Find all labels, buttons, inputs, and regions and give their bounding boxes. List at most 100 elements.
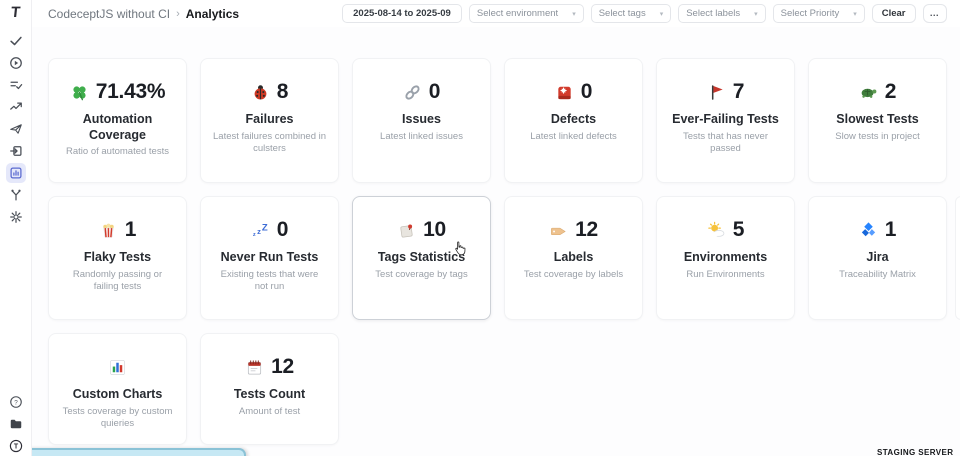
breadcrumb-separator: › (176, 8, 180, 20)
stat-card-failures[interactable]: 8 Failures Latest failures combined in c… (200, 58, 339, 183)
calendar-icon (245, 358, 264, 377)
card-title: Tests Count (209, 387, 330, 403)
card-value: 0 (581, 80, 592, 104)
card-subtitle: Latest linked issues (361, 131, 482, 144)
stat-card-tests-count[interactable]: 12 Tests Count Amount of test (200, 333, 339, 445)
clear-filters-button[interactable]: Clear (872, 4, 916, 23)
card-title: Jira (817, 250, 938, 266)
ladybug-icon (251, 83, 270, 102)
stat-card-tags-statistics[interactable]: 10 Tags Statistics Test coverage by tags (352, 196, 491, 320)
gear-icon (9, 210, 23, 224)
chevron-down-icon: ▾ (853, 10, 857, 18)
card-subtitle: Run Environments (665, 269, 786, 282)
chevron-down-icon: ▾ (754, 10, 758, 18)
sidebar-item-pulse[interactable] (6, 97, 26, 117)
card-value: 12 (575, 218, 598, 242)
chevron-down-icon: ▾ (572, 10, 576, 18)
sidebar-item-settings[interactable] (6, 207, 26, 227)
card-subtitle: Test coverage by labels (513, 269, 634, 282)
card-subtitle: Ratio of automated tests (57, 146, 178, 159)
link-icon (403, 83, 422, 102)
filter-select-select-priority[interactable]: Select Priority ▾ (773, 4, 865, 23)
breadcrumb-project[interactable]: CodeceptJS without CI (48, 7, 170, 21)
svg-text:?: ? (14, 399, 18, 406)
stat-card-ever-failing-tests[interactable]: 7 Ever-Failing Tests Tests that has neve… (656, 58, 795, 183)
zzz-icon: zzZ (251, 221, 270, 240)
sidebar-nav (6, 31, 26, 227)
sidebar-item-jira-sync[interactable] (6, 119, 26, 139)
sidebar-item-branches[interactable] (6, 185, 26, 205)
sidebar-item-analytics[interactable] (6, 163, 26, 183)
analytics-icon (9, 166, 23, 180)
card-title: Tags Statistics (361, 250, 482, 266)
card-value: 0 (429, 80, 440, 104)
sidebar-item-runs[interactable] (6, 53, 26, 73)
card-subtitle: Traceability Matrix (817, 269, 938, 282)
card-value: 12 (271, 355, 294, 379)
card-title: Ever-Failing Tests (665, 112, 786, 128)
svg-text:T: T (14, 444, 19, 451)
plane-icon (9, 122, 23, 136)
analytics-dashboard: T ? T CodeceptJS without CI › Analytics 2… (0, 0, 960, 456)
screenshare-indicator-bar (14, 448, 246, 456)
card-subtitle: Existing tests that were not run (209, 269, 330, 295)
sidebar-item-profile[interactable]: T (6, 436, 26, 456)
more-options-button[interactable]: … (923, 4, 948, 23)
card-value: 1 (125, 218, 136, 242)
flag-icon (707, 83, 726, 102)
stat-card-automation-coverage[interactable]: 71.43% Automation Coverage Ratio of auto… (48, 58, 187, 183)
date-range-button[interactable]: 2025-08-14 to 2025-09 (342, 4, 462, 23)
card-title: Slowest Tests (817, 112, 938, 128)
card-title: Failures (209, 112, 330, 128)
folder-icon (9, 417, 23, 431)
stats-grid: 71.43% Automation Coverage Ratio of auto… (48, 58, 960, 456)
branch-icon (9, 188, 23, 202)
card-title: Automation Coverage (57, 112, 178, 143)
filter-select-select-labels[interactable]: Select labels▾ (678, 4, 765, 23)
card-value: 71.43% (96, 80, 165, 104)
stat-card-slowest-tests[interactable]: 2 Slowest Tests Slow tests in project (808, 58, 947, 183)
card-title: Never Run Tests (209, 250, 330, 266)
app-logo[interactable]: T (10, 4, 21, 21)
siren-icon (555, 83, 574, 102)
header: CodeceptJS without CI › Analytics 2025-0… (32, 0, 960, 27)
card-subtitle: Latest failures combined in culsters (209, 131, 330, 157)
stat-card-defects[interactable]: 0 Defects Latest linked defects (504, 58, 643, 183)
stat-card-custom-charts[interactable]: Custom Charts Tests coverage by custom q… (48, 333, 187, 445)
card-value: 8 (277, 80, 288, 104)
stat-card-issues[interactable]: 0 Issues Latest linked issues (352, 58, 491, 183)
stat-card-labels[interactable]: 12 Labels Test coverage by labels (504, 196, 643, 320)
pulse-icon (9, 100, 23, 114)
card-title: Labels (513, 250, 634, 266)
card-title: Issues (361, 112, 482, 128)
sidebar: T ? T (0, 0, 32, 456)
card-title: Custom Charts (57, 387, 178, 403)
card-value: 1 (885, 218, 896, 242)
filter-placeholder: Select environment (477, 8, 558, 19)
bar-chart-icon (108, 358, 127, 377)
filter-select-select-tags[interactable]: Select tags▾ (591, 4, 672, 23)
filter-placeholder: Select Priority (781, 8, 840, 19)
sidebar-item-import[interactable] (6, 141, 26, 161)
sidebar-item-help[interactable]: ? (6, 392, 26, 412)
help-icon: ? (9, 395, 23, 409)
sidebar-item-test-plans[interactable] (6, 75, 26, 95)
card-row: 71.43% Automation Coverage Ratio of auto… (48, 58, 960, 183)
card-value: 0 (277, 218, 288, 242)
chevron-down-icon: ▾ (660, 10, 664, 18)
card-title: Environments (665, 250, 786, 266)
stat-card-never-run-tests[interactable]: zzZ 0 Never Run Tests Existing tests tha… (200, 196, 339, 320)
stat-card-jira[interactable]: 1 Jira Traceability Matrix (808, 196, 947, 320)
card-value: 7 (733, 80, 744, 104)
import-icon (9, 144, 23, 158)
card-subtitle: Tests coverage by custom quieries (57, 406, 178, 432)
sun-cloud-icon (707, 221, 726, 240)
stat-card-flaky-tests[interactable]: 1 Flaky Tests Randomly passing or failin… (48, 196, 187, 320)
sidebar-item-projects[interactable] (6, 414, 26, 434)
stat-card-environments[interactable]: 5 Environments Run Environments (656, 196, 795, 320)
label-icon (549, 221, 568, 240)
svg-text:Z: Z (262, 222, 268, 233)
sidebar-item-tests[interactable] (6, 31, 26, 51)
partial-card-edge (955, 196, 960, 320)
filter-select-select-environment[interactable]: Select environment ▾ (469, 4, 584, 23)
